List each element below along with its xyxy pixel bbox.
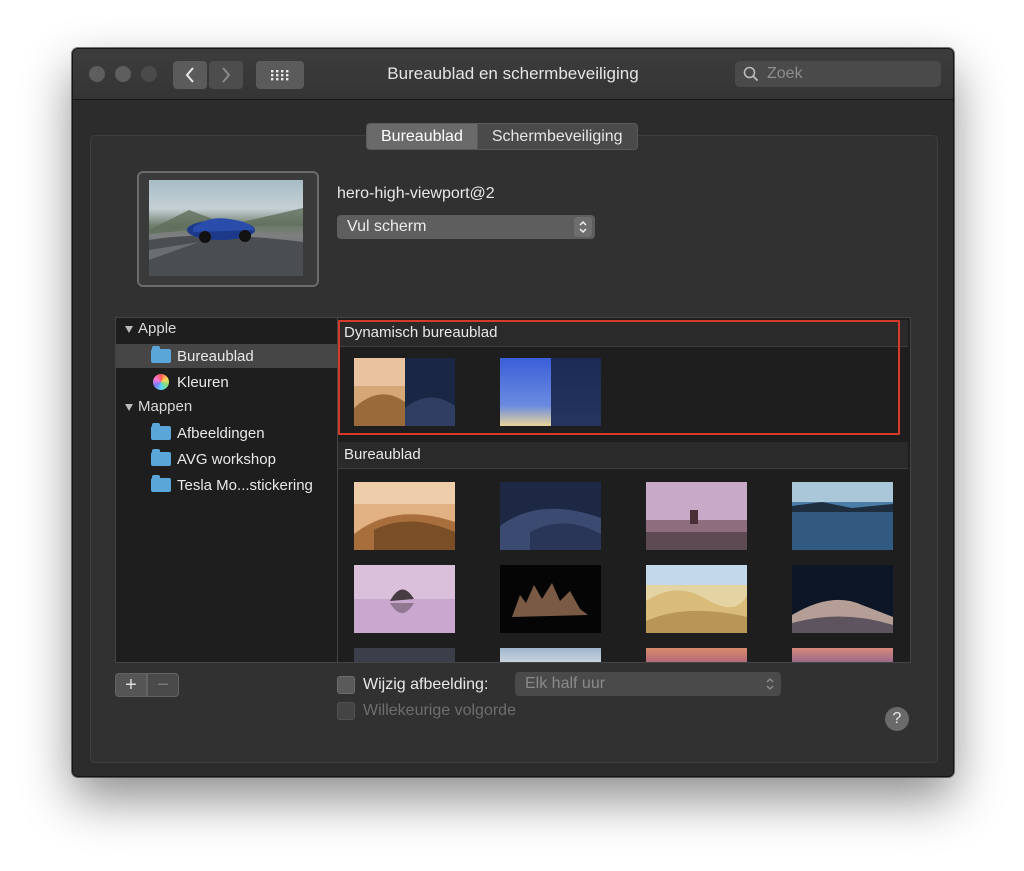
wallpaper-thumb-partial-3[interactable] bbox=[646, 648, 747, 662]
show-all-button[interactable] bbox=[256, 61, 304, 89]
checkbox-box[interactable] bbox=[337, 702, 355, 720]
disclosure-triangle-icon bbox=[125, 325, 133, 333]
interval-value: Elk half uur bbox=[525, 675, 606, 692]
updown-chevron-icon bbox=[766, 677, 774, 691]
window-title: Bureaublad en schermbeveiliging bbox=[387, 64, 639, 83]
sidebar-item-avg-workshop[interactable]: AVG workshop bbox=[116, 447, 338, 471]
fill-mode-value: Vul scherm bbox=[347, 218, 427, 235]
sidebar-item-label: Kleuren bbox=[177, 373, 229, 391]
folder-icon bbox=[151, 346, 171, 363]
search-icon bbox=[743, 66, 759, 82]
sidebar-item-label: AVG workshop bbox=[177, 450, 276, 468]
color-wheel-icon bbox=[153, 374, 169, 390]
current-wallpaper-preview bbox=[137, 171, 319, 287]
sidebar-group-label: Mappen bbox=[138, 398, 193, 415]
checkbox-box[interactable] bbox=[337, 676, 355, 694]
updown-chevron-icon bbox=[574, 217, 592, 237]
grid-icon bbox=[271, 70, 289, 81]
sidebar-item-kleuren[interactable]: Kleuren bbox=[116, 370, 338, 394]
chevron-right-icon bbox=[222, 67, 231, 83]
source-sidebar[interactable]: Apple Bureaublad Kleuren Mappen Afbeeldi… bbox=[115, 317, 339, 663]
tab-schermbeveiliging[interactable]: Schermbeveiliging bbox=[477, 123, 638, 150]
add-folder-button[interactable]: + bbox=[115, 673, 147, 697]
wallpaper-thumb-partial-1[interactable] bbox=[354, 648, 455, 662]
search-input[interactable] bbox=[765, 64, 929, 84]
forward-button[interactable] bbox=[209, 61, 243, 89]
help-button[interactable]: ? bbox=[885, 707, 909, 731]
sidebar-item-tesla[interactable]: Tesla Mo...stickering bbox=[116, 473, 338, 497]
wallpaper-preview-image bbox=[149, 180, 303, 276]
section-header-label: Dynamisch bureaublad bbox=[344, 324, 498, 341]
wallpaper-thumb-rock-dusk[interactable] bbox=[646, 482, 747, 550]
folder-icon bbox=[151, 475, 171, 492]
random-order-checkbox[interactable]: Willekeurige volgorde bbox=[337, 702, 516, 720]
section-header-desktop: Bureaublad bbox=[338, 442, 908, 469]
add-remove-buttons: + − bbox=[115, 673, 179, 697]
wallpaper-thumb-rock-lake[interactable] bbox=[354, 565, 455, 633]
wallpaper-thumb-dune-dark[interactable] bbox=[792, 565, 893, 633]
sidebar-group-label: Apple bbox=[138, 320, 177, 337]
wallpaper-browser[interactable]: Dynamisch bureaublad Bureaublad bbox=[337, 317, 911, 663]
wallpaper-thumb-mojave-night[interactable] bbox=[500, 482, 601, 550]
sidebar-group-mappen[interactable]: Mappen bbox=[124, 398, 192, 415]
close-window-button[interactable] bbox=[89, 66, 105, 82]
sidebar-item-afbeeldingen[interactable]: Afbeeldingen bbox=[116, 421, 338, 445]
sidebar-group-apple[interactable]: Apple bbox=[124, 320, 176, 337]
minimize-window-button[interactable] bbox=[115, 66, 131, 82]
wallpaper-thumb-mojave-day[interactable] bbox=[354, 482, 455, 550]
wallpaper-thumb-solar-gradient[interactable] bbox=[500, 358, 601, 426]
zoom-window-button[interactable] bbox=[141, 66, 157, 82]
title-bar: Bureaublad en schermbeveiliging bbox=[73, 49, 953, 100]
wallpaper-thumb-partial-4[interactable] bbox=[792, 648, 893, 662]
sidebar-item-bureaublad[interactable]: Bureaublad bbox=[116, 344, 338, 368]
change-picture-label: Wijzig afbeelding: bbox=[363, 676, 489, 693]
remove-folder-button[interactable]: − bbox=[147, 673, 179, 697]
random-order-label: Willekeurige volgorde bbox=[363, 702, 516, 719]
wallpaper-thumb-salt-flat[interactable] bbox=[792, 482, 893, 550]
section-header-dynamic: Dynamisch bureaublad bbox=[338, 320, 908, 347]
tab-bar: Bureaublad Schermbeveiliging bbox=[366, 123, 638, 150]
sidebar-item-label: Afbeeldingen bbox=[177, 424, 265, 442]
chevron-left-icon bbox=[185, 67, 194, 83]
pictures-folder-icon bbox=[151, 423, 171, 440]
back-button[interactable] bbox=[173, 61, 207, 89]
wallpaper-name: hero-high-viewport@2 bbox=[337, 185, 495, 202]
sidebar-item-label: Tesla Mo...stickering bbox=[177, 476, 313, 494]
change-picture-checkbox[interactable]: Wijzig afbeelding: bbox=[337, 676, 488, 694]
fill-mode-select[interactable]: Vul scherm bbox=[337, 215, 595, 239]
section-header-label: Bureaublad bbox=[344, 446, 421, 463]
interval-select[interactable]: Elk half uur bbox=[515, 672, 781, 696]
search-field[interactable] bbox=[735, 61, 941, 87]
wallpaper-thumb-dunes-light[interactable] bbox=[646, 565, 747, 633]
folder-icon bbox=[151, 449, 171, 466]
disclosure-triangle-icon bbox=[125, 403, 133, 411]
preferences-window: Bureaublad en schermbeveiliging Bureaubl… bbox=[72, 48, 954, 777]
wallpaper-thumb-mojave-dynamic[interactable] bbox=[354, 358, 455, 426]
sidebar-item-label: Bureaublad bbox=[177, 347, 254, 365]
wallpaper-thumb-partial-2[interactable] bbox=[500, 648, 601, 662]
tab-bureaublad[interactable]: Bureaublad bbox=[366, 123, 478, 150]
wallpaper-thumb-tufa-night[interactable] bbox=[500, 565, 601, 633]
